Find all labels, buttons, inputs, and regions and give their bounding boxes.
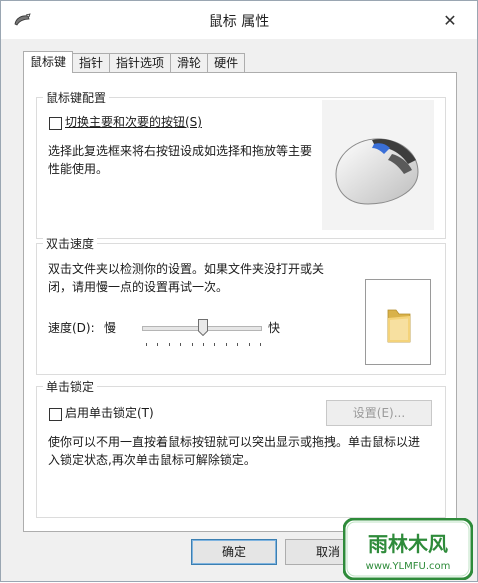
slider-tick xyxy=(168,343,170,346)
double-click-title: 双击速度 xyxy=(43,235,98,252)
slider-tick xyxy=(146,343,147,346)
click-lock-description-2: 入锁定状态,再次单击鼠标可解除锁定。 xyxy=(48,453,256,467)
folder-icon xyxy=(387,309,411,343)
click-lock-description-1: 使你可以不用一直按着鼠标按钮就可以突出显示或拖拽。单击鼠标以进 xyxy=(48,435,421,449)
slider-tick xyxy=(237,343,239,346)
tab-bar: 鼠标键 指针 指针选项 滑轮 硬件 xyxy=(23,51,246,73)
close-button[interactable]: ✕ xyxy=(437,9,463,31)
tab-buttons[interactable]: 鼠标键 xyxy=(23,51,74,73)
click-lock-checkbox[interactable] xyxy=(49,408,62,421)
double-click-description-2: 闭，请用慢一点的设置再试一次。 xyxy=(48,280,229,294)
title-bar: 鼠标 属性 ✕ xyxy=(1,1,477,39)
slider-tick xyxy=(225,343,227,346)
slider-tick xyxy=(260,343,261,346)
double-click-description-1: 双击文件夹以检测你的设置。如果文件夹没打开或关 xyxy=(48,262,325,276)
slow-label: 慢 xyxy=(104,321,117,335)
slider-tick xyxy=(191,343,193,346)
mouse-properties-dialog: 鼠标 属性 ✕ 鼠标键 指针 指针选项 滑轮 硬件 鼠标键配置 切换主要和次要的… xyxy=(0,0,478,582)
ylmf-watermark: 雨林木风 www.YLMFU.com xyxy=(342,517,474,581)
ok-button[interactable]: 确定 xyxy=(191,539,277,565)
click-lock-settings-button[interactable]: 设置(E)... xyxy=(326,400,432,426)
slider-tick xyxy=(203,343,204,346)
close-icon: ✕ xyxy=(443,10,457,30)
fast-label: 快 xyxy=(268,321,281,335)
mouse-illustration xyxy=(322,100,434,230)
slider-tick xyxy=(248,343,250,346)
switch-buttons-label[interactable]: 切换主要和次要的按钮(S) xyxy=(65,113,202,132)
button-config-title: 鼠标键配置 xyxy=(43,89,110,106)
switch-buttons-checkbox[interactable] xyxy=(49,117,62,130)
window-title: 鼠标 属性 xyxy=(208,14,270,30)
button-config-description-1: 选择此复选框来将右按钮设成如选择和拖放等主要 xyxy=(48,144,313,158)
tab-pointers[interactable]: 指针 xyxy=(72,53,111,73)
slider-tick xyxy=(157,343,159,346)
watermark-brand: 雨林木风 xyxy=(368,532,448,556)
tab-hardware[interactable]: 硬件 xyxy=(207,53,246,73)
speed-slider-thumb[interactable] xyxy=(198,319,208,336)
tab-panel-buttons: 鼠标键配置 切换主要和次要的按钮(S) 选择此复选框来将右按钮设成如选择和拖放等… xyxy=(23,72,457,532)
test-folder-area[interactable] xyxy=(365,279,431,365)
slider-tick xyxy=(180,343,182,346)
click-lock-label[interactable]: 启用单击锁定(T) xyxy=(65,404,154,423)
slider-tick xyxy=(214,343,216,346)
tab-pointer-options[interactable]: 指针选项 xyxy=(109,53,172,73)
watermark-url: www.YLMFU.com xyxy=(366,561,451,572)
ylmf-logo: 雨林木风 www.YLMFU.com xyxy=(342,517,474,581)
speed-label: 速度(D): xyxy=(48,321,95,335)
click-lock-title: 单击锁定 xyxy=(43,378,98,395)
tab-wheel[interactable]: 滑轮 xyxy=(170,53,209,73)
button-config-description-2: 性能使用。 xyxy=(48,162,109,176)
